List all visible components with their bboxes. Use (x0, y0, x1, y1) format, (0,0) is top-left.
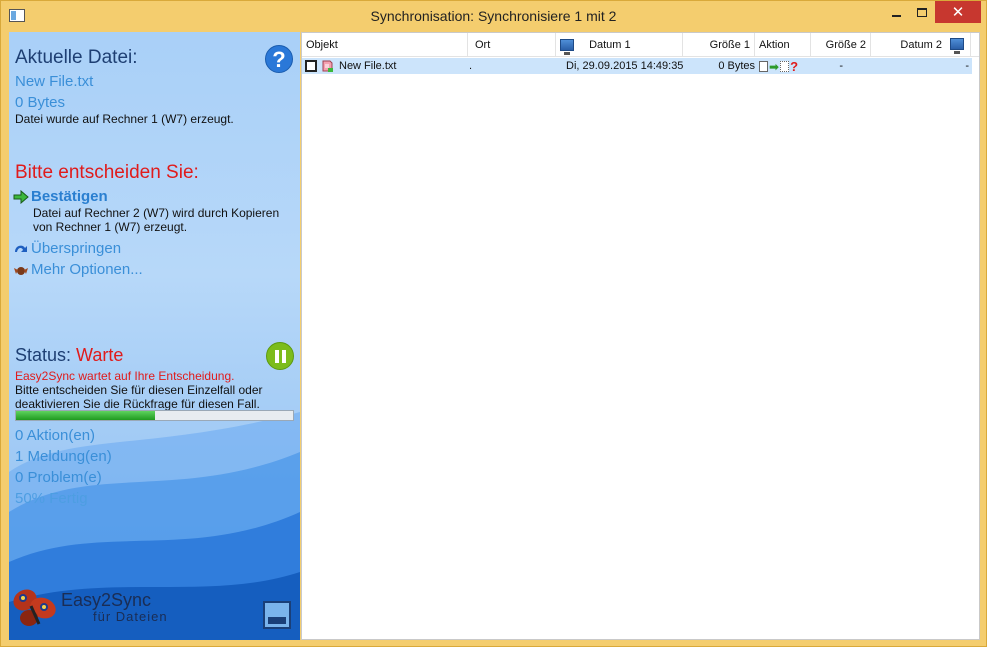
column-date2-label: Datum 2 (900, 39, 942, 51)
problems-count[interactable]: 0 Problem(e) (15, 469, 102, 486)
copy-arrow-icon: ➡ (769, 59, 780, 74)
computer-icon (560, 39, 574, 56)
row-size2: - (839, 60, 843, 72)
more-options-link[interactable]: Mehr Optionen... (31, 261, 143, 278)
skip-option[interactable]: Überspringen (13, 240, 121, 257)
row-object: New File.txt (339, 60, 397, 72)
brand-logo: Easy2Sync für Dateien (9, 580, 300, 640)
row-checkbox[interactable] (305, 60, 317, 72)
row-location: . (469, 60, 473, 72)
brand-name: Easy2Sync (61, 590, 152, 610)
row-size1: 0 Bytes (718, 60, 755, 72)
confirm-description: Datei auf Rechner 2 (W7) wird durch Kopi… (33, 206, 280, 234)
maximize-icon (917, 7, 927, 17)
collapse-button[interactable] (263, 601, 291, 629)
more-options[interactable]: Mehr Optionen... (13, 261, 143, 278)
status-label: Status: (15, 345, 72, 365)
list-header: Objekt Ort Datum 1 Größe 1 Aktion Größe … (302, 33, 979, 57)
minimize-button[interactable] (883, 1, 909, 23)
decide-heading: Bitte entscheiden Sie: (15, 162, 199, 183)
question-icon: ? (790, 59, 799, 74)
wait-message: Easy2Sync wartet auf Ihre Entscheidung. (15, 369, 235, 383)
question-icon[interactable]: ? (265, 45, 293, 73)
collapse-icon (268, 617, 286, 624)
table-row[interactable]: New File.txt . Di, 29.09.2015 14:49:35 0… (302, 58, 972, 74)
sync-list[interactable]: Objekt Ort Datum 1 Größe 1 Aktion Größe … (301, 32, 980, 640)
column-location[interactable]: Ort (468, 33, 556, 57)
status-panel: Aktuelle Datei: ? New File.txt 0 Bytes D… (9, 32, 300, 640)
arrow-right-icon (13, 189, 29, 204)
skip-link[interactable]: Überspringen (31, 240, 121, 257)
status-line: Status: Warte (15, 345, 123, 366)
computer-icon (950, 38, 964, 54)
row-date2: - (965, 60, 969, 72)
curved-arrow-icon (15, 245, 27, 252)
hint-message: Bitte entscheiden Sie für diesen Einzelf… (15, 383, 263, 411)
messages-count[interactable]: 1 Meldung(en) (15, 448, 112, 465)
column-date1[interactable]: Datum 1 (556, 33, 683, 57)
column-action[interactable]: Aktion (755, 33, 811, 57)
status-value: Warte (76, 345, 124, 365)
column-date2[interactable]: Datum 2 (871, 33, 971, 57)
progress-bar (15, 410, 294, 421)
source-document-icon (759, 61, 768, 72)
window-title: Synchronisation: Synchronisiere 1 mit 2 (370, 8, 617, 24)
minimize-icon (891, 15, 901, 17)
column-size1[interactable]: Größe 1 (683, 33, 755, 57)
actions-count[interactable]: 0 Aktion(en) (15, 427, 95, 444)
row-date1: Di, 29.09.2015 14:49:35 (566, 60, 684, 72)
title-bar[interactable]: Synchronisation: Synchronisiere 1 mit 2 … (1, 1, 986, 31)
brand-subtitle: für Dateien (93, 609, 168, 624)
options-icon (14, 266, 28, 275)
new-file-icon (322, 60, 333, 72)
row-action[interactable]: ➡ ? (759, 59, 798, 74)
current-file-size: 0 Bytes (15, 94, 66, 111)
maximize-button[interactable] (909, 1, 935, 23)
current-file-name: New File.txt (15, 73, 94, 90)
confirm-link[interactable]: Bestätigen (31, 188, 108, 205)
progress-fill (16, 411, 155, 420)
main-window: Synchronisation: Synchronisiere 1 mit 2 … (0, 0, 987, 647)
column-size2[interactable]: Größe 2 (811, 33, 871, 57)
current-file-description: Datei wurde auf Rechner 1 (W7) erzeugt. (15, 112, 234, 126)
target-document-icon (780, 61, 790, 72)
current-file-heading: Aktuelle Datei: (15, 47, 138, 68)
column-object[interactable]: Objekt (302, 33, 468, 57)
confirm-option[interactable]: Bestätigen (13, 188, 108, 205)
progress-percent: 50% Fertig (15, 490, 88, 507)
column-date1-label: Datum 1 (589, 39, 631, 51)
pause-icon[interactable] (266, 342, 294, 370)
close-button[interactable]: ✕ (935, 1, 981, 23)
butterfly-icon (13, 589, 56, 626)
